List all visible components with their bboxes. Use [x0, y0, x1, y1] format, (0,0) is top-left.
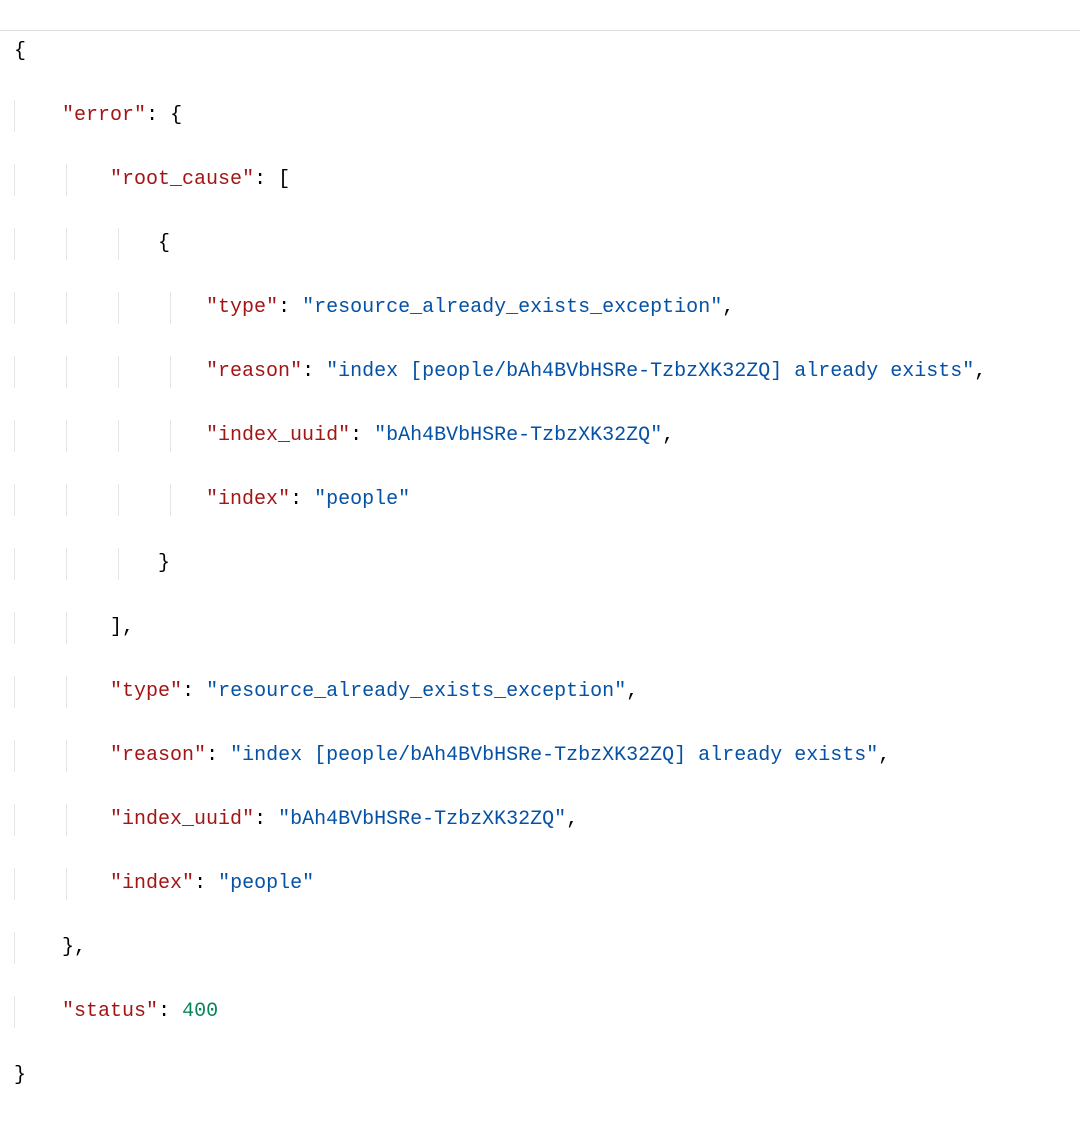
code-line: "error": { [14, 100, 1080, 132]
code-line: "index_uuid": "bAh4BVbHSRe-TzbzXK32ZQ", [14, 804, 1080, 836]
code-line: "root_cause": [ [14, 164, 1080, 196]
json-value: resource_already_exists_exception [218, 680, 614, 703]
json-key: reason [122, 744, 194, 767]
json-key: type [218, 296, 266, 319]
code-line: "reason": "index [people/bAh4BVbHSRe-Tzb… [14, 356, 1080, 388]
code-line: }, [14, 932, 1080, 964]
json-value: people [230, 872, 302, 895]
json-code-block: { "error": { "root_cause": [ { "type": "… [14, 4, 1080, 1124]
code-line: "index": "people" [14, 484, 1080, 516]
json-key: index [218, 488, 278, 511]
code-line: "reason": "index [people/bAh4BVbHSRe-Tzb… [14, 740, 1080, 772]
json-key: root_cause [122, 168, 242, 191]
json-value: bAh4BVbHSRe-TzbzXK32ZQ [290, 808, 554, 831]
json-value: people [326, 488, 398, 511]
code-line: "type": "resource_already_exists_excepti… [14, 292, 1080, 324]
json-value: index [people/bAh4BVbHSRe-TzbzXK32ZQ] al… [242, 744, 866, 767]
json-key: status [74, 1000, 146, 1023]
code-line: { [14, 36, 1080, 68]
code-line: { [14, 228, 1080, 260]
code-line: "type": "resource_already_exists_excepti… [14, 676, 1080, 708]
code-line: } [14, 548, 1080, 580]
json-key: type [122, 680, 170, 703]
code-line: "index": "people" [14, 868, 1080, 900]
json-key: index [122, 872, 182, 895]
code-line: "status": 400 [14, 996, 1080, 1028]
json-value: index [people/bAh4BVbHSRe-TzbzXK32ZQ] al… [338, 360, 962, 383]
code-line: "index_uuid": "bAh4BVbHSRe-TzbzXK32ZQ", [14, 420, 1080, 452]
json-value: 400 [182, 1000, 218, 1023]
json-value: bAh4BVbHSRe-TzbzXK32ZQ [386, 424, 650, 447]
json-key: error [74, 104, 134, 127]
json-key: index_uuid [122, 808, 242, 831]
code-line: } [14, 1060, 1080, 1092]
json-key: index_uuid [218, 424, 338, 447]
json-key: reason [218, 360, 290, 383]
code-line: ], [14, 612, 1080, 644]
json-value: resource_already_exists_exception [314, 296, 710, 319]
